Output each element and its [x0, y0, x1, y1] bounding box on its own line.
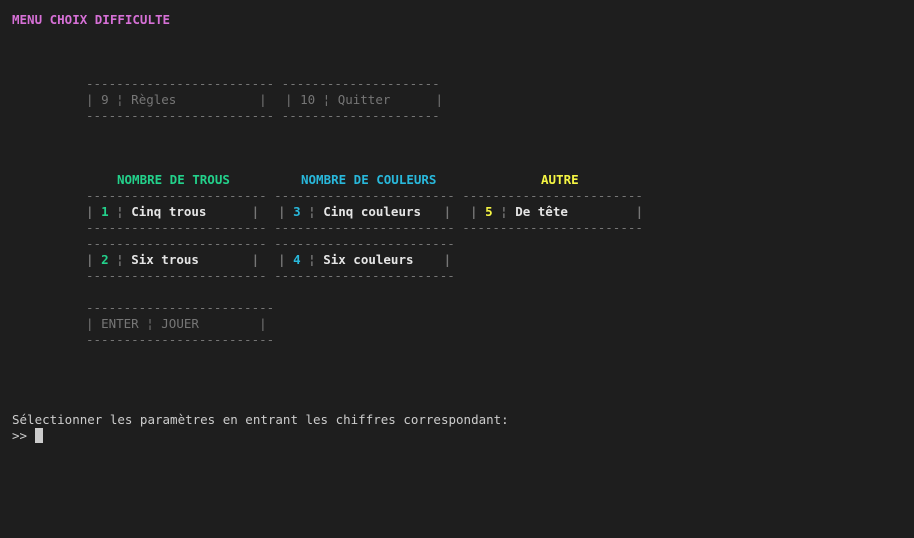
header-holes: NOMBRE DE TROUS [117, 172, 230, 187]
option-key: 10 [300, 92, 316, 107]
header-other: AUTRE [541, 172, 579, 187]
option-label: JOUER [161, 316, 199, 331]
option-head-mode[interactable]: | 5 ¦ De tête | [470, 204, 643, 220]
option-six-colors[interactable]: | 4 ¦ Six couleurs | [278, 252, 451, 268]
option-key: 5 [485, 204, 493, 219]
option-label: Six trous [131, 252, 199, 267]
option-key: 9 [101, 92, 109, 107]
option-five-holes[interactable]: | 1 ¦ Cinq trous | [86, 204, 259, 220]
option-label: Quitter [337, 92, 391, 107]
option-six-holes[interactable]: | 2 ¦ Six trous | [86, 252, 259, 268]
option-key: 4 [293, 252, 301, 267]
option-label: Six couleurs [323, 252, 414, 267]
option-key: 3 [293, 204, 301, 219]
option-five-colors[interactable]: | 3 ¦ Cinq couleurs | [278, 204, 451, 220]
divider: ------------------------ ---------------… [86, 188, 643, 203]
option-label: De tête [515, 204, 568, 219]
option-rules[interactable]: | 9 ¦ Règles | [86, 92, 267, 108]
option-play[interactable]: | ENTER ¦ JOUER | [86, 316, 267, 332]
menu-title: MENU CHOIX DIFFICULTE [12, 12, 171, 27]
prompt-symbol: >> [12, 428, 28, 443]
option-key: 2 [101, 252, 109, 267]
divider: ------------------------- [86, 332, 275, 347]
option-quit[interactable]: | 10 ¦ Quitter | [285, 92, 443, 108]
divider: ------------------------- --------------… [86, 108, 440, 123]
option-label: Cinq couleurs [323, 204, 422, 219]
command-prompt[interactable]: >> [12, 428, 43, 444]
divider: ------------------------ ---------------… [86, 236, 455, 251]
option-label: Cinq trous [131, 204, 207, 219]
instruction-text: Sélectionner les paramètres en entrant l… [12, 412, 509, 427]
option-key: ENTER [101, 316, 139, 331]
divider: ------------------------ ---------------… [86, 268, 455, 283]
divider: ------------------------- --------------… [86, 76, 440, 91]
option-key: 1 [101, 204, 109, 219]
text-cursor [34, 428, 43, 443]
divider: ------------------------- [86, 300, 275, 315]
option-label: Règles [131, 92, 177, 107]
terminal-window: { "menu_title": "MENU CHOIX DIFFICULTE",… [0, 0, 914, 538]
divider: ------------------------ ---------------… [86, 220, 643, 235]
header-colors: NOMBRE DE COULEURS [301, 172, 437, 187]
